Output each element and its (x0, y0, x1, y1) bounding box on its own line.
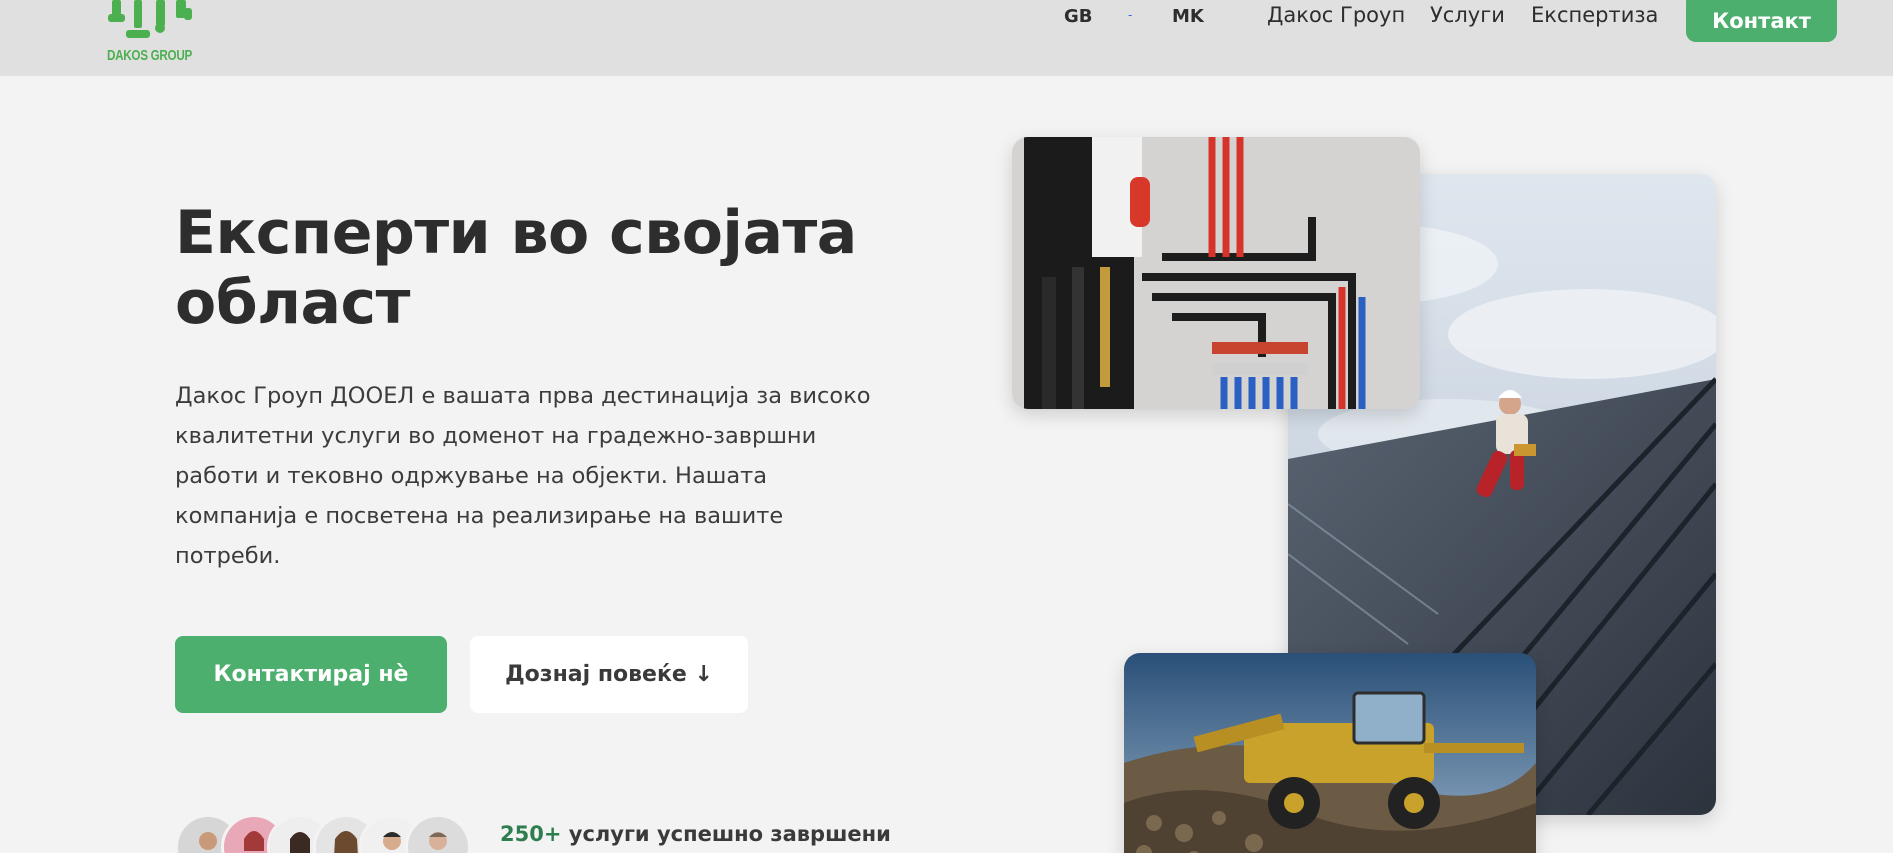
harvester-machine-photo (1124, 653, 1536, 853)
language-gb-link[interactable]: GB (1064, 6, 1093, 27)
logo-text: DAKOS GROUP (107, 47, 192, 64)
site-header: DAKOS GROUP GB - MK Дакос Гроуп Услуги Е… (0, 0, 1893, 76)
nav-item-services[interactable]: Услуги (1430, 3, 1505, 27)
language-mk-link[interactable]: MK (1172, 6, 1204, 27)
nav-item-expertise[interactable]: Експертиза (1531, 3, 1658, 27)
contact-button[interactable]: Контакт (1686, 0, 1837, 42)
avatar (405, 814, 471, 853)
services-completed-text: 250+ услуги успешно завршени (500, 822, 891, 846)
services-label: услуги успешно завршени (561, 822, 891, 846)
services-count: 250+ (500, 822, 562, 846)
customer-avatars (175, 814, 485, 853)
plumbing-manifold-photo (1012, 137, 1420, 409)
learn-more-button[interactable]: Дознај повеќе ↓ (470, 636, 748, 713)
language-separator: - (1128, 8, 1133, 22)
hero-description: Дакос Гроуп ДООЕЛ е вашата прва дестинац… (175, 383, 871, 569)
hero-title: Експерти во својата област (175, 198, 857, 338)
contact-us-button[interactable]: Контактирај нè (175, 636, 447, 713)
nav-item-dakos-group[interactable]: Дакос Гроуп (1267, 3, 1405, 27)
